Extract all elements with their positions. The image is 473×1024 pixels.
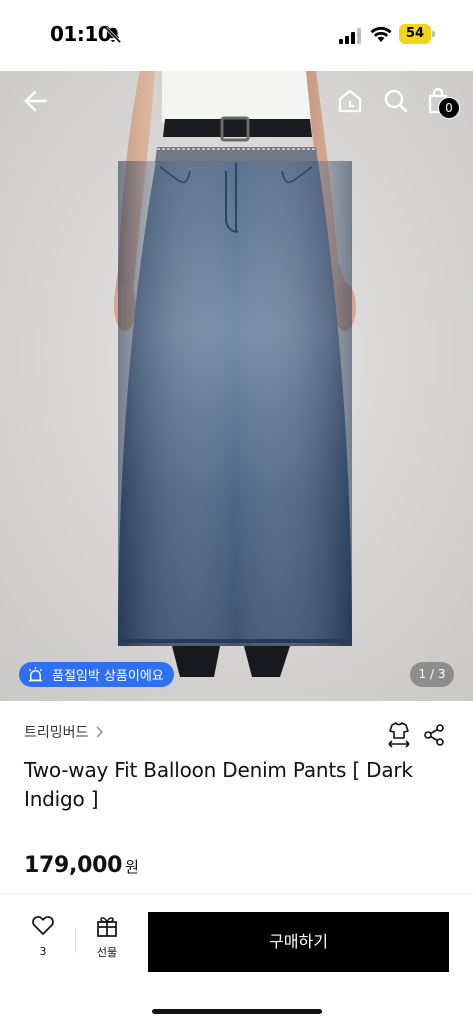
price-row: 179,000 원 [24,853,139,878]
cart-count-badge: 0 [438,97,460,119]
battery-level: 54 [399,24,431,44]
image-page-indicator: 1 / 3 [410,662,454,687]
price-currency: 원 [125,858,139,876]
divider [75,929,76,953]
product-image-carousel[interactable]: 0 품절임박 상품이에요 1 / 3 [0,71,473,701]
product-photo [0,71,473,701]
gift-label: 선물 [96,946,118,959]
share-icon[interactable] [423,723,445,747]
size-guide-icon[interactable] [386,721,412,749]
like-button[interactable]: 3 [26,914,60,964]
battery-icon: 54 [399,24,435,44]
brand-name[interactable]: 트리밍버드 [24,722,88,742]
back-arrow-icon[interactable] [22,87,50,115]
home-indicator [152,1009,322,1014]
signal-icon [339,28,361,44]
buy-button[interactable]: 구매하기 [148,912,449,972]
bell-off-icon [104,26,122,44]
gift-button[interactable]: 선물 [89,914,125,964]
status-time: 01:10 [50,22,112,46]
alarm-light-icon [28,666,43,682]
wifi-icon [370,26,392,42]
product-price: 179,000 [24,853,123,878]
like-count: 3 [39,945,47,958]
search-icon[interactable] [382,87,410,115]
heart-icon [32,916,54,935]
home-icon[interactable] [336,87,364,115]
bottom-action-bar: 3 선물 구매하기 [0,893,473,1024]
brand-link[interactable]: 트리밍버드 [24,722,104,742]
soldout-soon-badge: 품절임박 상품이에요 [19,662,174,687]
soldout-soon-text: 품절임박 상품이에요 [52,669,164,684]
product-title: Two-way Fit Balloon Denim Pants [ Dark I… [24,758,413,811]
status-bar: 01:10 54 [0,0,473,71]
chevron-right-icon [96,726,104,738]
gift-icon [97,917,117,937]
